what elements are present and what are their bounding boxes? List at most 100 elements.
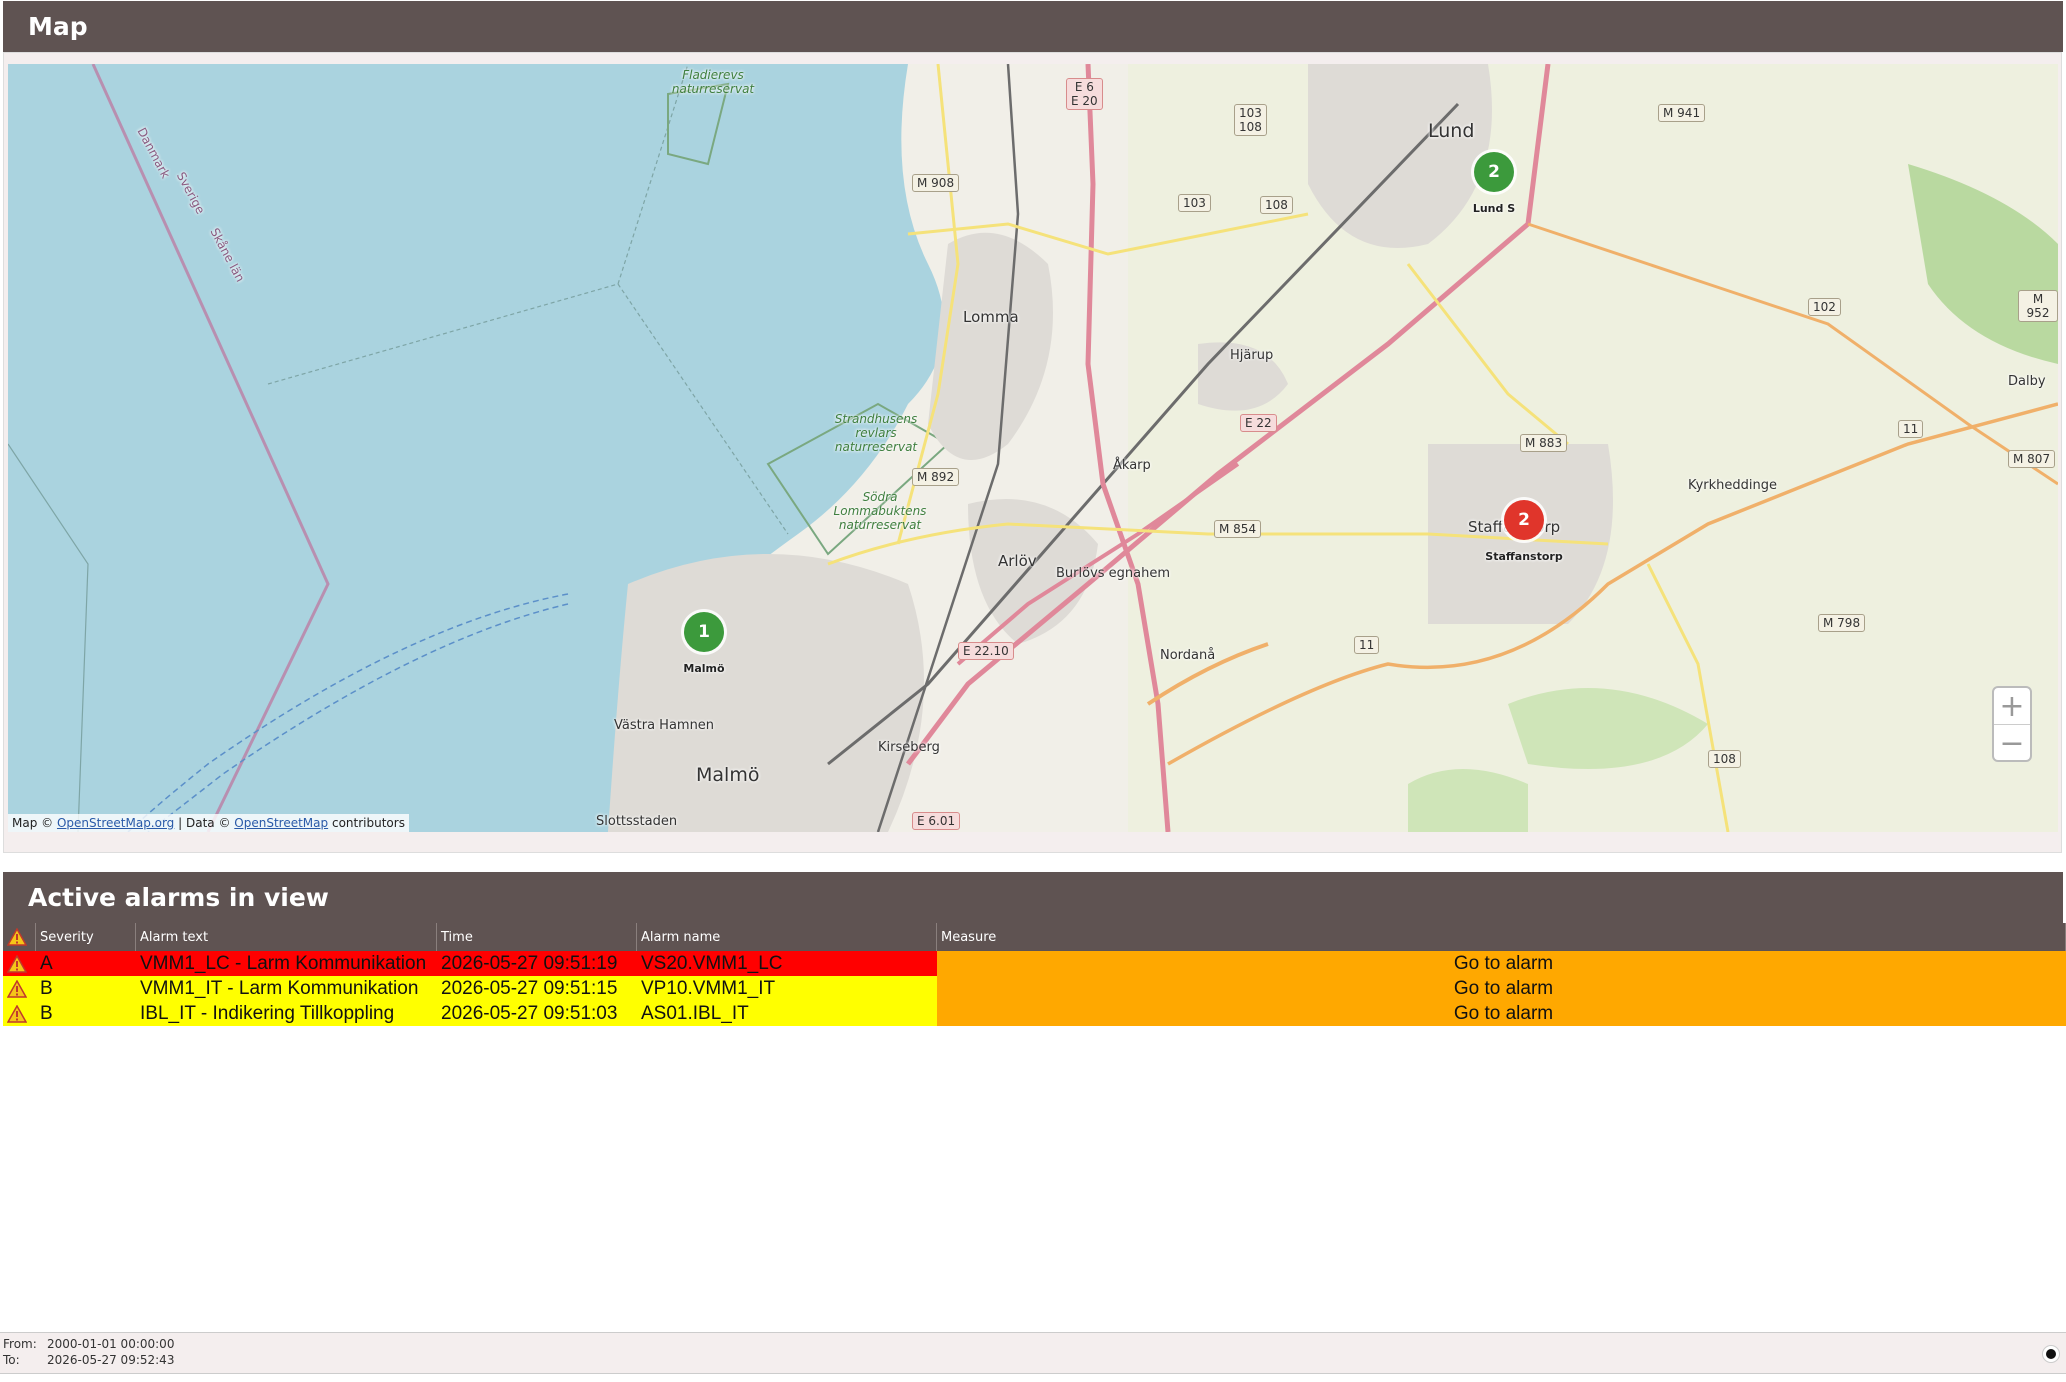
alarm-table-header: Severity Alarm text Time Alarm name Meas… xyxy=(3,923,2066,951)
map-panel-title: Map xyxy=(28,12,88,41)
connection-status-icon[interactable] xyxy=(2042,1345,2060,1363)
alarm-severity: A xyxy=(36,951,136,976)
warning-icon xyxy=(7,1004,27,1023)
road-shield-108b: 108 xyxy=(1708,750,1741,768)
column-header-alarm-name[interactable]: Alarm name xyxy=(637,923,937,951)
label-sodra-lommabukten: Södra Lommabuktens naturreservat xyxy=(833,490,927,532)
alarm-icon-cell xyxy=(3,1001,36,1026)
marker-label-malmo: Malmö xyxy=(683,662,725,675)
marker-count: 1 xyxy=(698,622,710,642)
marker-count: 2 xyxy=(1518,510,1530,530)
road-shield-m908: M 908 xyxy=(912,174,960,192)
alarm-row[interactable]: A VMM1_LC - Larm Kommunikation 2026-05-2… xyxy=(3,951,2066,976)
go-to-alarm-button[interactable]: Go to alarm xyxy=(937,951,2066,976)
marker-label-lund-s: Lund S xyxy=(1472,202,1516,215)
road-shield-108a: 108 xyxy=(1260,196,1293,214)
map-tiles xyxy=(8,64,2058,832)
attribution-prefix: Map © xyxy=(12,816,54,830)
place-malmo: Malmö xyxy=(696,764,760,786)
marker-label-staffanstorp: Staffanstorp xyxy=(1485,550,1563,563)
place-burlovs-egnahem: Burlövs egnahem xyxy=(1056,566,1171,581)
alarm-text-cell: VMM1_LC - Larm Kommunikation xyxy=(136,951,437,976)
map-marker-staffanstorp[interactable]: 2 xyxy=(1504,500,1544,540)
marker-count: 2 xyxy=(1488,162,1500,182)
alarm-name: VP10.VMM1_IT xyxy=(637,976,937,1001)
place-kirseberg: Kirseberg xyxy=(878,740,940,755)
road-shield-m941: M 941 xyxy=(1658,104,1706,122)
road-shield-m807: M 807 xyxy=(2008,450,2056,468)
road-shield-103: 103 xyxy=(1178,194,1211,212)
column-header-icon[interactable] xyxy=(3,923,36,951)
alarm-time: 2026-05-27 09:51:15 xyxy=(437,976,637,1001)
alarm-time: 2026-05-27 09:51:19 xyxy=(437,951,637,976)
place-slottsstaden: Slottsstaden xyxy=(596,814,678,829)
alarm-time: 2026-05-27 09:51:03 xyxy=(437,1001,637,1026)
place-nordana: Nordanå xyxy=(1160,648,1216,663)
alarms-panel-header: Active alarms in view xyxy=(3,872,2063,923)
from-row: From: 2000-01-01 00:00:00 xyxy=(3,1337,174,1351)
road-shield-11b: 11 xyxy=(1354,636,1380,654)
place-lund: Lund xyxy=(1428,120,1475,142)
map-panel-header: Map xyxy=(3,1,2063,52)
go-to-alarm-button[interactable]: Go to alarm xyxy=(937,1001,2066,1026)
zoom-in-button[interactable]: + xyxy=(1994,688,2030,725)
map-view[interactable]: Lund Lomma Arlöv Malmö Staffanstorp Hjär… xyxy=(8,64,2058,832)
road-shield-m854: M 854 xyxy=(1214,520,1262,538)
road-shield-102: 102 xyxy=(1808,298,1841,316)
place-arlov: Arlöv xyxy=(998,552,1037,570)
alarm-severity: B xyxy=(36,1001,136,1026)
place-kyrkheddinge: Kyrkheddinge xyxy=(1688,478,1777,493)
road-shield-e2210: E 22.10 xyxy=(958,642,1014,660)
alarm-text-cell: IBL_IT - Indikering Tillkoppling xyxy=(136,1001,437,1026)
map-marker-malmo[interactable]: 1 xyxy=(684,612,724,652)
label-fladierevs: Fladierevs naturreservat xyxy=(671,68,755,96)
road-shield-m883: M 883 xyxy=(1520,434,1568,452)
attribution-mid: | Data © xyxy=(178,816,231,830)
column-header-severity[interactable]: Severity xyxy=(36,923,136,951)
to-value: 2026-05-27 09:52:43 xyxy=(47,1353,175,1367)
place-akarp: Åkarp xyxy=(1113,458,1151,473)
label-strandhusens: Strandhusens revlars naturreservat xyxy=(834,412,918,454)
to-row: To: 2026-05-27 09:52:43 xyxy=(3,1353,174,1367)
alarm-name: AS01.IBL_IT xyxy=(637,1001,937,1026)
alarms-panel-title: Active alarms in view xyxy=(28,883,329,912)
zoom-control: + − xyxy=(1992,686,2032,762)
warning-icon xyxy=(7,979,27,998)
alarm-row[interactable]: B IBL_IT - Indikering Tillkoppling 2026-… xyxy=(3,1001,2066,1026)
to-label: To: xyxy=(3,1353,20,1367)
place-vastra-hamnen: Västra Hamnen xyxy=(614,718,715,733)
warning-icon xyxy=(7,954,27,973)
map-attribution: Map © OpenStreetMap.org | Data © OpenStr… xyxy=(8,814,409,832)
road-shield-e601: E 6.01 xyxy=(912,812,961,830)
place-dalby: Dalby xyxy=(2008,374,2046,389)
road-shield-m892: M 892 xyxy=(912,468,960,486)
alarm-text: VMM1_IT - Larm Kommunikation xyxy=(140,977,419,999)
road-shield-m952: M 952 xyxy=(2018,290,2058,322)
alarm-text-cell: VMM1_IT - Larm Kommunikation xyxy=(136,976,437,1001)
place-lomma: Lomma xyxy=(963,308,1019,326)
column-header-time[interactable]: Time xyxy=(437,923,637,951)
alarm-icon-cell xyxy=(3,951,36,976)
attribution-suffix: contributors xyxy=(331,816,405,830)
alarm-name: VS20.VMM1_LC xyxy=(637,951,937,976)
from-value: 2000-01-01 00:00:00 xyxy=(47,1337,175,1351)
column-header-measure[interactable]: Measure xyxy=(937,923,2066,951)
road-shield-e6-e20: E 6 E 20 xyxy=(1066,78,1103,110)
alarm-severity: B xyxy=(36,976,136,1001)
column-header-alarm-text[interactable]: Alarm text xyxy=(136,923,437,951)
time-range-footer: From: 2000-01-01 00:00:00 To: 2026-05-27 0… xyxy=(0,1332,2066,1374)
alarm-text: VMM1_LC - Larm Kommunikation xyxy=(140,952,427,974)
map-marker-lund-s[interactable]: 2 xyxy=(1474,152,1514,192)
osm-link[interactable]: OpenStreetMap xyxy=(234,816,328,830)
place-hjarup: Hjärup xyxy=(1230,348,1274,363)
go-to-alarm-button[interactable]: Go to alarm xyxy=(937,976,2066,1001)
road-shield-e22: E 22 xyxy=(1240,414,1277,432)
alarm-table: Severity Alarm text Time Alarm name Meas… xyxy=(3,923,2066,1026)
from-label: From: xyxy=(3,1337,37,1351)
zoom-out-button[interactable]: − xyxy=(1994,725,2030,761)
alarm-row[interactable]: B VMM1_IT - Larm Kommunikation 2026-05-2… xyxy=(3,976,2066,1001)
road-shield-m798: M 798 xyxy=(1818,614,1866,632)
warning-icon xyxy=(7,928,27,946)
osm-org-link[interactable]: OpenStreetMap.org xyxy=(57,816,174,830)
road-shield-103-108: 103 108 xyxy=(1234,104,1267,136)
